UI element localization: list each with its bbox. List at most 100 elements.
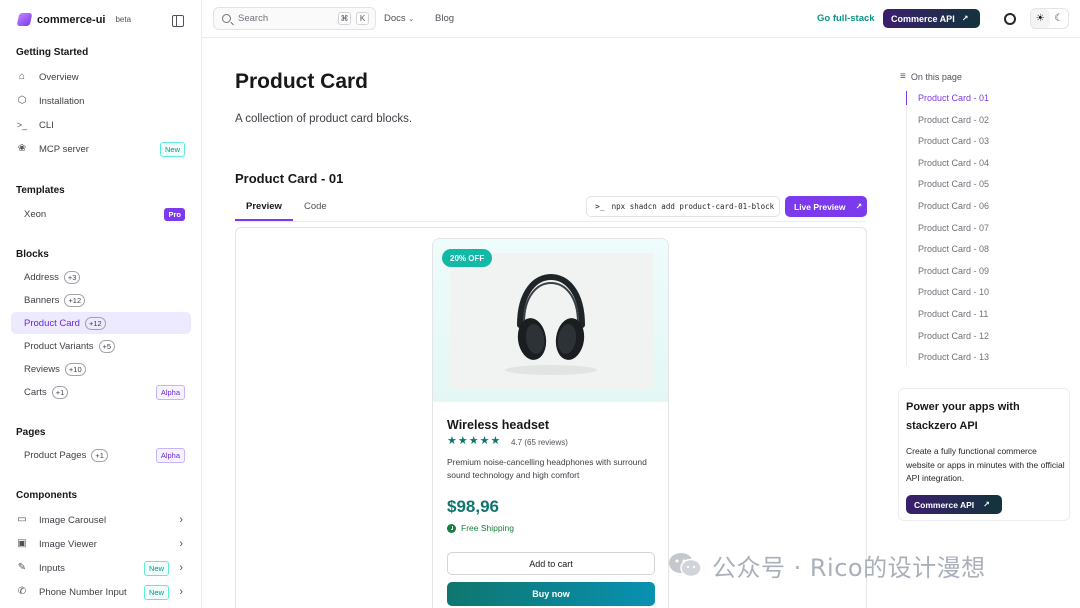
brand-name: commerce-ui	[37, 13, 106, 26]
toc-item[interactable]: Product Card - 05	[918, 179, 989, 189]
sidebar-item-product-variants[interactable]: Product Variants +5	[11, 335, 191, 357]
go-full-stack-link[interactable]: Go full-stack	[817, 13, 875, 24]
sidebar-item-label: Product Pages	[24, 449, 87, 461]
toc-rail	[906, 88, 907, 366]
toc-item[interactable]: Product Card - 08	[918, 244, 989, 254]
rating-stars: ★ ★ ★ ★ ★	[447, 436, 500, 447]
toc-item[interactable]: Product Card - 07	[918, 223, 989, 233]
toc-item[interactable]: Product Card - 10	[918, 287, 989, 297]
commerce-api-button[interactable]: Commerce API ↗	[883, 9, 980, 28]
sidebar-item-xeon[interactable]: Xeon Pro	[11, 203, 191, 225]
toc-heading-label: On this page	[910, 71, 962, 82]
list-icon: ≡	[900, 71, 906, 82]
toc-item[interactable]: Product Card - 01	[918, 93, 989, 103]
sidebar-item-label: Overview	[39, 71, 79, 83]
toc-item[interactable]: Product Card - 11	[918, 309, 988, 319]
page-description: A collection of product card blocks.	[235, 113, 413, 125]
live-preview-button[interactable]: Live Preview ↗	[785, 196, 867, 217]
tabs-divider	[235, 221, 866, 222]
alpha-badge: Alpha	[155, 447, 185, 463]
chevron-right-icon: ›	[179, 514, 183, 526]
product-image-area: 20% OFF	[433, 239, 668, 402]
sidebar-item-label: Address	[24, 271, 59, 283]
shipping-label: Free Shipping	[461, 523, 514, 533]
docs-label: Docs	[384, 13, 406, 24]
sidebar-item-phone-number-input[interactable]: ✆ Phone Number Input New ›	[11, 581, 191, 603]
chevron-right-icon: ›	[179, 538, 183, 550]
page-title: Product Card	[235, 70, 369, 93]
promo-text: Create a fully functional commerce websi…	[906, 446, 1065, 483]
sidebar-item-installation[interactable]: ⬡ Installation	[11, 90, 191, 112]
sidebar-item-reviews[interactable]: Reviews +10	[11, 358, 191, 380]
sidebar-item-image-carousel[interactable]: ▭ Image Carousel ›	[11, 509, 191, 531]
moon-icon[interactable]: ☾	[1050, 9, 1069, 28]
sidebar-item-image-viewer[interactable]: ▣ Image Viewer ›	[11, 533, 191, 555]
sidebar-item-label: Xeon	[24, 208, 47, 220]
github-icon[interactable]	[1004, 13, 1016, 25]
blog-link[interactable]: Blog	[435, 13, 454, 24]
chevron-right-icon: ›	[179, 586, 183, 598]
toc-heading: ≡ On this page	[900, 71, 962, 82]
toc-item[interactable]: Product Card - 04	[918, 158, 989, 168]
external-arrow-icon: ↗	[983, 500, 990, 509]
install-command[interactable]: >_ npx shadcn add product-card-01-block	[586, 196, 780, 217]
sidebar-item-label: Image Viewer	[39, 538, 97, 550]
buy-now-button[interactable]: Buy now	[447, 582, 655, 606]
sidebar-item-product-card[interactable]: Product Card +12	[11, 312, 191, 334]
chevron-right-icon: ›	[179, 562, 183, 574]
sidebar-item-label: Reviews	[24, 363, 60, 375]
sidebar-item-product-pages[interactable]: Product Pages +1 Alpha	[11, 444, 191, 466]
sidebar: commerce-ui beta Getting Started ⌂ Overv…	[0, 0, 202, 608]
tab-code[interactable]: Code	[304, 201, 327, 212]
sun-icon[interactable]: ☀	[1031, 9, 1050, 28]
tab-preview[interactable]: Preview	[246, 201, 282, 212]
sidebar-item-mcp-server[interactable]: ❀ MCP server New	[11, 138, 191, 160]
alpha-badge: Alpha	[155, 384, 185, 400]
k-key: K	[356, 12, 369, 25]
watermark: 公众号 · Rico的设计漫想	[668, 548, 986, 582]
brand-logo-icon	[16, 13, 33, 26]
search-placeholder: Search	[238, 13, 269, 24]
sidebar-item-carts[interactable]: Carts +1 Alpha	[11, 381, 191, 403]
toc-item[interactable]: Product Card - 13	[918, 352, 989, 362]
promo-button-label: Commerce API	[914, 499, 975, 510]
section-pages: Pages	[16, 427, 46, 438]
count-badge: +5	[98, 339, 116, 353]
sidebar-item-overview[interactable]: ⌂ Overview	[11, 66, 191, 88]
sidebar-item-label: Banners	[24, 294, 60, 306]
toc-item[interactable]: Product Card - 12	[918, 331, 989, 341]
product-description: Premium noise-cancelling headphones with…	[447, 457, 647, 480]
promo-commerce-api-button[interactable]: Commerce API ↗	[906, 495, 1002, 514]
search-input[interactable]: Search ⌘ K	[213, 7, 376, 30]
sidebar-item-banners[interactable]: Banners +12	[11, 289, 191, 311]
pencil-icon: ✎	[17, 562, 27, 573]
count-badge: +1	[51, 385, 69, 399]
toc-item[interactable]: Product Card - 09	[918, 266, 989, 276]
mcp-icon: ❀	[17, 143, 27, 154]
section-templates: Templates	[16, 185, 65, 196]
block-title: Product Card - 01	[235, 171, 344, 186]
sidebar-toggle-icon[interactable]	[172, 15, 184, 27]
package-icon: ⬡	[17, 95, 27, 106]
sidebar-item-address[interactable]: Address +3	[11, 266, 191, 288]
toc-active-indicator	[906, 91, 907, 105]
toc-item[interactable]: Product Card - 02	[918, 115, 989, 125]
sidebar-item-label: MCP server	[39, 143, 89, 155]
sidebar-item-cli[interactable]: >_ CLI	[11, 114, 191, 136]
phone-icon: ✆	[17, 586, 27, 597]
live-preview-label: Live Preview	[794, 201, 846, 212]
star-icon: ★	[490, 435, 501, 447]
sidebar-item-label: Installation	[39, 95, 85, 107]
command-key: ⌘	[338, 12, 351, 25]
add-to-cart-button[interactable]: Add to cart	[447, 552, 655, 575]
brand[interactable]: commerce-ui beta	[16, 13, 131, 26]
promo-card: Power your apps with stackzero API Creat…	[898, 388, 1070, 521]
theme-toggle[interactable]: ☀ ☾	[1030, 8, 1069, 29]
watermark-text: 公众号 · Rico的设计漫想	[712, 553, 986, 582]
docs-menu[interactable]: Docs ⌄	[384, 13, 414, 24]
toc-item[interactable]: Product Card - 06	[918, 201, 989, 211]
product-card: 20% OFF Wireless headset ★ ★ ★ ★ ★ 4.7 (…	[432, 238, 669, 608]
toc-item[interactable]: Product Card - 03	[918, 136, 989, 146]
shipping-info: Free Shipping	[447, 523, 514, 533]
sidebar-item-inputs[interactable]: ✎ Inputs New ›	[11, 557, 191, 579]
